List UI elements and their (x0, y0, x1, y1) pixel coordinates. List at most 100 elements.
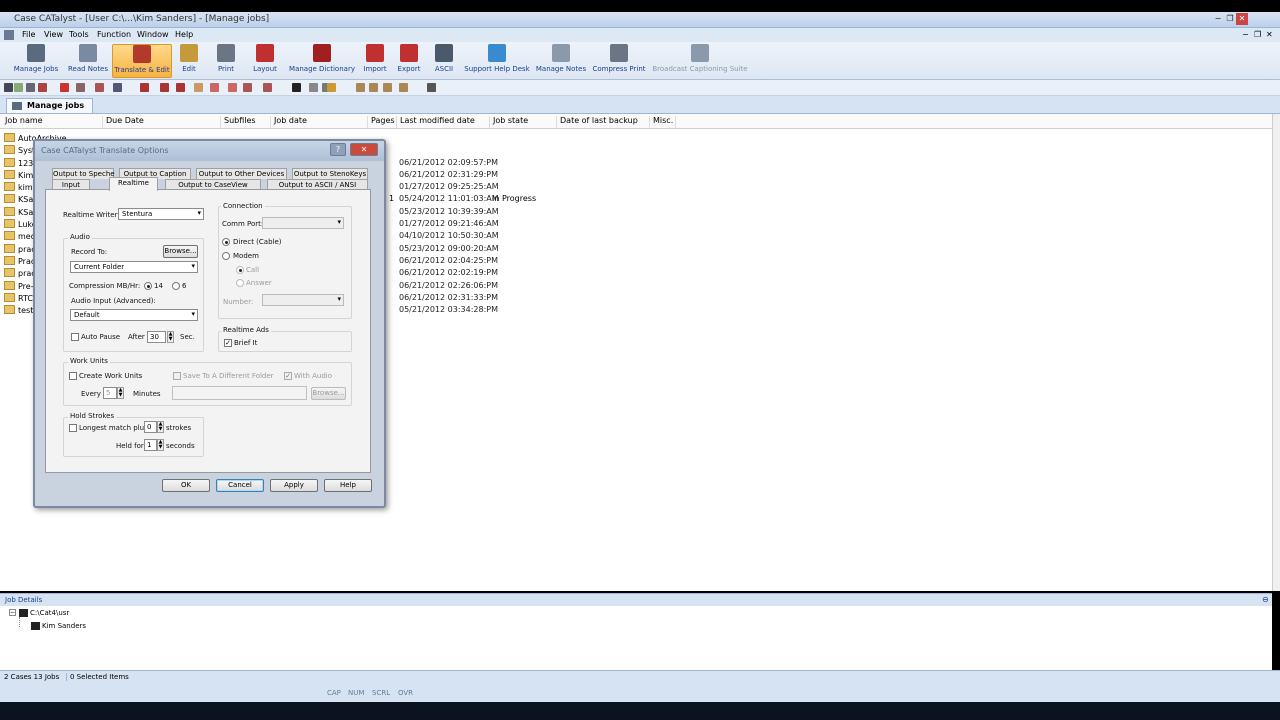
collapse-icon[interactable]: ⊖ (1262, 595, 1269, 604)
toolbar-icon-3[interactable] (38, 83, 47, 92)
comm-port-select[interactable] (262, 217, 344, 229)
app-menu-icon[interactable] (4, 30, 14, 40)
direct-cable-radio[interactable] (222, 238, 230, 246)
ribbon-button-11[interactable]: Manage Notes (533, 44, 589, 78)
column-last-backup[interactable]: Date of last backup (556, 116, 638, 128)
work-units-browse-button[interactable]: Browse... (311, 387, 346, 400)
toolbar-icon-11[interactable] (194, 83, 203, 92)
toolbar-icon-9[interactable] (160, 83, 169, 92)
toolbar-icon-20[interactable] (356, 83, 365, 92)
ribbon-button-8[interactable]: Export (395, 44, 423, 78)
help-icon[interactable]: ? (330, 143, 346, 156)
every-spinner[interactable]: 5 (103, 387, 117, 399)
column-job-name[interactable]: Job name (2, 116, 43, 128)
held-for-spinner[interactable]: 1 (144, 439, 157, 451)
menu-view[interactable]: View (44, 30, 63, 39)
toolbar-icon-23[interactable] (399, 83, 408, 92)
ribbon-button-2[interactable]: Translate & Edit (112, 44, 172, 78)
compression-14-radio[interactable] (144, 282, 152, 290)
ribbon-button-13[interactable]: Broadcast Captioning Suite (648, 44, 752, 78)
child-minimize-button[interactable]: − (1242, 30, 1249, 39)
cancel-button[interactable]: Cancel (216, 479, 264, 492)
toolbar-icon-15[interactable] (263, 83, 272, 92)
ribbon-button-9[interactable]: ASCII (431, 44, 457, 78)
column-job-date[interactable]: Job date (270, 116, 307, 128)
every-spinner-buttons[interactable]: ▲ ▼ (117, 387, 124, 399)
child-close-button[interactable]: ✕ (1266, 30, 1273, 39)
vertical-scrollbar[interactable] (1272, 114, 1280, 591)
after-spinner-buttons[interactable]: ▲ ▼ (167, 331, 174, 343)
child-restore-button[interactable]: ❐ (1254, 30, 1261, 39)
apply-button[interactable]: Apply (270, 479, 318, 492)
toolbar-icon-4[interactable] (60, 83, 69, 92)
toolbar-icon-8[interactable] (140, 83, 149, 92)
ribbon-button-7[interactable]: Import (361, 44, 389, 78)
tab-realtime[interactable]: Realtime (109, 177, 158, 191)
toolbar-icon-13[interactable] (228, 83, 237, 92)
realtime-writer-select[interactable]: Stentura (118, 208, 204, 220)
call-radio[interactable] (236, 266, 244, 274)
toolbar-icon-5[interactable] (76, 83, 85, 92)
longest-match-spinner[interactable]: 0 (144, 421, 157, 433)
maximize-button[interactable]: ❐ (1224, 13, 1236, 25)
ribbon-button-3[interactable]: Edit (176, 44, 202, 78)
toolbar-icon-10[interactable] (176, 83, 185, 92)
column-job-state[interactable]: Job state (489, 116, 528, 128)
column-misc[interactable]: Misc. (649, 116, 673, 128)
toolbar-icon-2[interactable] (26, 83, 35, 92)
with-audio-checkbox[interactable]: ✓ (284, 372, 292, 380)
tree-child[interactable]: Kim Sanders (42, 622, 86, 630)
menu-file[interactable]: File (22, 30, 35, 39)
tab-output-other-devices[interactable]: Output to Other Devices (196, 168, 287, 179)
toolbar-icon-7[interactable] (113, 83, 122, 92)
work-units-folder-input[interactable] (172, 386, 307, 400)
tree-collapse-icon[interactable]: − (9, 609, 16, 616)
tree-root[interactable]: C:\Cat4\usr (30, 609, 69, 617)
toolbar-icon-16[interactable] (292, 83, 301, 92)
toolbar-icon-21[interactable] (369, 83, 378, 92)
ribbon-button-6[interactable]: Manage Dictionary (286, 44, 358, 78)
toolbar-icon-14[interactable] (243, 83, 252, 92)
menu-help[interactable]: Help (175, 30, 193, 39)
menu-window[interactable]: Window (137, 30, 169, 39)
column-pages[interactable]: Pages (367, 116, 395, 128)
menu-tools[interactable]: Tools (69, 30, 89, 39)
audio-input-select[interactable]: Default (70, 309, 198, 321)
number-select[interactable] (262, 294, 344, 306)
close-button[interactable]: ✕ (1236, 13, 1248, 25)
tab-output-speche[interactable]: Output to Speche (52, 168, 115, 179)
auto-pause-checkbox[interactable] (71, 333, 79, 341)
toolbar-icon-19[interactable] (327, 83, 336, 92)
ribbon-button-5[interactable]: Layout (249, 44, 281, 78)
tab-manage-jobs[interactable]: Manage jobs (6, 98, 94, 113)
modem-radio[interactable] (222, 252, 230, 260)
ribbon-button-4[interactable]: Print (212, 44, 240, 78)
save-different-folder-checkbox[interactable] (173, 372, 181, 380)
dialog-titlebar[interactable]: Case CATalyst Translate Options ? ✕ (35, 141, 384, 161)
toolbar-icon-1[interactable] (14, 83, 23, 92)
ribbon-button-0[interactable]: Manage Jobs (9, 44, 63, 78)
column-due-date[interactable]: Due Date (102, 116, 144, 128)
toolbar-icon-24[interactable] (427, 83, 436, 92)
minimize-button[interactable]: − (1212, 13, 1224, 25)
ribbon-button-12[interactable]: Compress Print (590, 44, 648, 78)
longest-match-checkbox[interactable] (69, 424, 77, 432)
column-last-modified[interactable]: Last modified date (396, 116, 475, 128)
toolbar-icon-17[interactable] (309, 83, 318, 92)
brief-it-checkbox[interactable]: ✓ (224, 339, 232, 347)
toolbar-icon-0[interactable] (4, 83, 13, 92)
help-button[interactable]: Help (324, 479, 372, 492)
ribbon-button-10[interactable]: Support Help Desk (462, 44, 532, 78)
record-folder-select[interactable]: Current Folder (70, 261, 198, 273)
held-for-spinner-buttons[interactable]: ▲ ▼ (157, 439, 164, 451)
answer-radio[interactable] (236, 279, 244, 287)
close-icon[interactable]: ✕ (350, 143, 378, 156)
audio-browse-button[interactable]: Browse... (163, 245, 198, 258)
create-work-units-checkbox[interactable] (69, 372, 77, 380)
toolbar-icon-22[interactable] (383, 83, 392, 92)
ribbon-button-1[interactable]: Read Notes (66, 44, 110, 78)
longest-match-spinner-buttons[interactable]: ▲ ▼ (157, 421, 164, 433)
tab-output-stenokeys[interactable]: Output to StenoKeys (292, 168, 368, 179)
menu-function[interactable]: Function (97, 30, 131, 39)
toolbar-icon-12[interactable] (210, 83, 219, 92)
